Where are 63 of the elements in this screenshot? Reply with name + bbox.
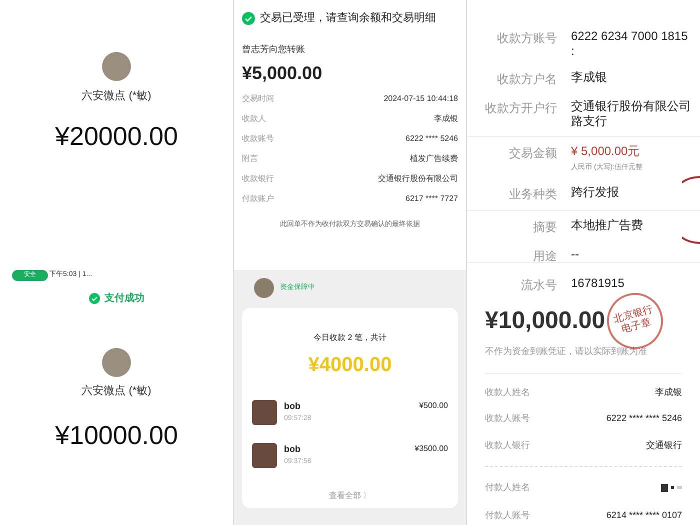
payment-amount: ¥3500.00 [414,443,448,455]
field-label: 收款人银行 [485,438,530,452]
payee-name: 六安微点 (*敏) [82,384,152,399]
field-label: 收款方户名 [496,71,557,88]
summary-total: ¥4000.00 [308,353,392,378]
field-label: 收款方开户行 [484,100,557,117]
transfer-amount: ¥5,000.00 [242,62,324,85]
payer-name: bob [284,400,302,413]
summary-title: 今日收款 2 笔，共计 [314,332,386,344]
field-value: 李成银 [571,70,608,85]
masked-value [661,484,682,492]
field-value: ¥ 5,000.00元 [571,144,641,159]
field-value: 6222 **** 5246 [406,133,458,145]
field-label: 业务种类 [508,186,557,202]
field-label: 收款人姓名 [485,386,530,398]
field-label: 用途 [532,248,557,264]
field-label: 收款人 [242,113,266,125]
field-value: 6214 **** **** 0107 [606,508,682,522]
field-value: 6222 **** **** 5246 [606,412,682,425]
photo-placeholder [102,52,131,81]
check-icon [88,293,100,304]
payment-amount: ¥10000.00 [55,418,178,452]
field-value: 本地推广告费 [571,218,644,232]
payment-amount: ¥500.00 [419,400,448,412]
field-value: 李成银 [434,113,458,125]
payer-name: bob [284,443,302,456]
photo-placeholder [254,278,274,298]
field-value: 交通银行 [646,438,682,452]
receipt-amount: ¥10,000.00 [485,306,606,336]
field-value: 交通银行股份有限公司路支行 [571,99,692,129]
photo-placeholder [252,443,277,468]
notice-text: 交易已受理，请查询余额和交易明细 [260,10,436,26]
field-value: 交通银行股份有限公司 [378,173,458,185]
field-label: 收款账号 [242,133,274,145]
payment-status: 支付成功 [104,292,144,306]
sender-text: 曾志芳向您转账 [242,42,306,56]
field-value: 16781915 [571,276,626,290]
view-all-link[interactable]: 查看全部 〉 [328,490,372,502]
field-value: 6222 6234 7000 1815 : [571,29,689,59]
field-label: 交易金额 [508,145,557,162]
payee-name: 六安微点 (*敏) [82,88,152,104]
field-value: 跨行发报 [571,184,620,200]
field-label: 流水号 [520,276,557,294]
field-label: 付款人账号 [485,508,530,522]
check-icon [242,12,255,25]
field-value: 植发广告续费 [410,153,458,165]
field-value: 李成银 [655,386,682,398]
disclaimer-text: 不作为资金到账凭证，请以实际到账为准 [485,345,648,358]
field-label: 收款方账号 [496,30,557,47]
field-value: 2024-07-15 10:44:18 [384,93,458,105]
field-label: 摘要 [532,218,557,236]
field-value: 6217 **** 7727 [406,193,458,205]
field-value: -- [571,246,580,262]
payment-amount: ¥20000.00 [55,120,178,152]
photo-placeholder [252,400,277,425]
field-label: 付款账户 [242,193,274,205]
stamp-drawing [682,175,700,245]
field-label: 交易时间 [242,93,274,105]
field-label: 收款银行 [242,173,274,185]
photo-placeholder [102,348,131,377]
field-label: 附言 [242,153,258,165]
field-label: 付款人姓名 [485,481,530,494]
field-label: 收款人账号 [485,412,530,425]
